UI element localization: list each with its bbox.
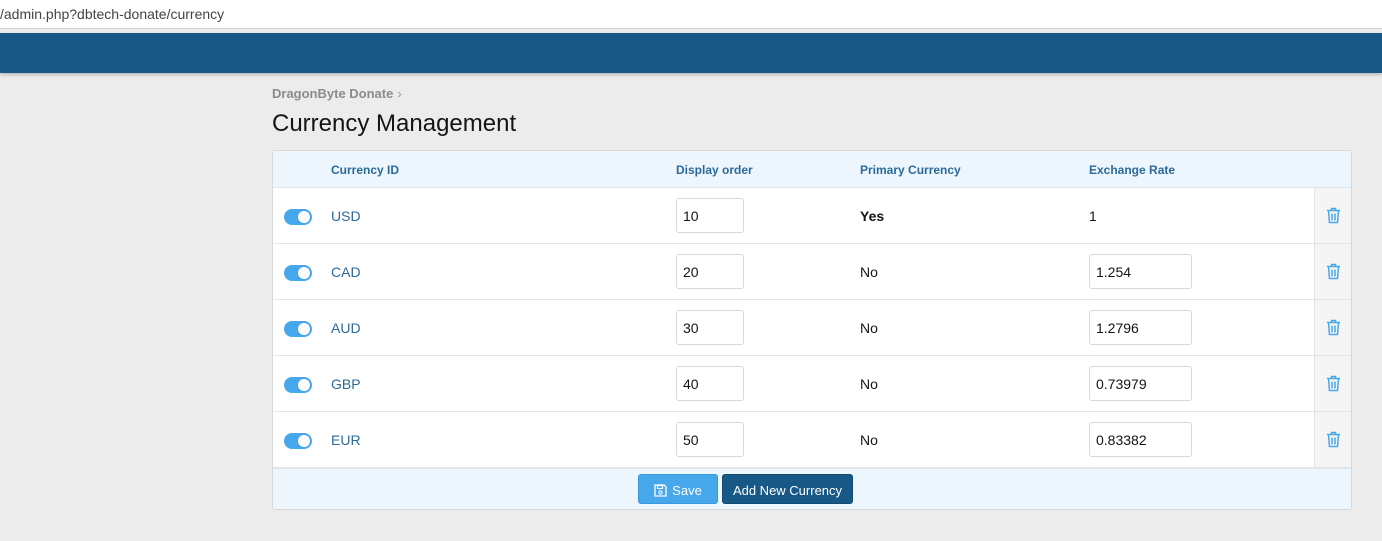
- chevron-right-icon: ›: [397, 86, 402, 101]
- currency-id-link[interactable]: CAD: [331, 264, 361, 280]
- currency-id-link[interactable]: EUR: [331, 432, 361, 448]
- display-order-input[interactable]: 40: [676, 366, 744, 401]
- table-row: EUR 50 No 0.83382: [273, 412, 1351, 468]
- trash-icon: [1327, 319, 1340, 336]
- toggle-on-icon[interactable]: [284, 377, 312, 393]
- admin-header-bar: [0, 33, 1382, 73]
- floppy-disk-icon: [654, 484, 667, 497]
- trash-icon: [1327, 207, 1340, 224]
- table-row: GBP 40 No 0.73979: [273, 356, 1351, 412]
- add-new-currency-button[interactable]: Add New Currency: [722, 474, 853, 504]
- primary-currency-value: No: [860, 376, 878, 392]
- primary-currency-value: No: [860, 432, 878, 448]
- currency-table: Currency ID Display order Primary Curren…: [272, 150, 1352, 510]
- exchange-rate-input[interactable]: 0.83382: [1089, 422, 1192, 457]
- exchange-rate-input[interactable]: 1.2796: [1089, 310, 1192, 345]
- display-order-input[interactable]: 10: [676, 198, 744, 233]
- primary-currency-value: No: [860, 320, 878, 336]
- toggle-on-icon[interactable]: [284, 321, 312, 337]
- save-button[interactable]: Save: [638, 474, 718, 504]
- toggle-on-icon[interactable]: [284, 265, 312, 281]
- url-text: /admin.php?dbtech-donate/currency: [0, 6, 225, 22]
- display-order-input[interactable]: 30: [676, 310, 744, 345]
- primary-currency-value: Yes: [860, 208, 885, 224]
- delete-button[interactable]: [1314, 244, 1351, 299]
- save-button-label: Save: [672, 483, 702, 498]
- toggle-on-icon[interactable]: [284, 209, 312, 225]
- exchange-rate-input[interactable]: 0.73979: [1089, 366, 1192, 401]
- address-bar[interactable]: /admin.php?dbtech-donate/currency: [0, 0, 1382, 29]
- table-header: Currency ID Display order Primary Curren…: [273, 151, 1351, 188]
- exchange-rate-input[interactable]: 1.254: [1089, 254, 1192, 289]
- currency-id-link[interactable]: USD: [331, 208, 361, 224]
- breadcrumb: DragonByte Donate ›: [272, 86, 402, 101]
- column-header-primary-currency[interactable]: Primary Currency: [860, 163, 961, 177]
- delete-button[interactable]: [1314, 188, 1351, 243]
- delete-button[interactable]: [1314, 356, 1351, 411]
- currency-id-link[interactable]: GBP: [331, 376, 361, 392]
- trash-icon: [1327, 431, 1340, 448]
- primary-currency-value: No: [860, 264, 878, 280]
- display-order-input[interactable]: 20: [676, 254, 744, 289]
- toggle-on-icon[interactable]: [284, 433, 312, 449]
- table-row: CAD 20 No 1.254: [273, 244, 1351, 300]
- form-footer: Save Add New Currency: [273, 468, 1351, 509]
- trash-icon: [1327, 375, 1340, 392]
- column-header-display-order[interactable]: Display order: [676, 163, 753, 177]
- breadcrumb-item-dragonbyte-donate[interactable]: DragonByte Donate: [272, 86, 393, 101]
- page-title: Currency Management: [272, 110, 517, 137]
- currency-id-link[interactable]: AUD: [331, 320, 361, 336]
- display-order-input[interactable]: 50: [676, 422, 744, 457]
- delete-button[interactable]: [1314, 412, 1351, 467]
- trash-icon: [1327, 263, 1340, 280]
- column-header-exchange-rate[interactable]: Exchange Rate: [1089, 163, 1175, 177]
- column-header-currency-id[interactable]: Currency ID: [331, 163, 399, 177]
- exchange-rate-value: 1: [1089, 208, 1097, 224]
- table-row: AUD 30 No 1.2796: [273, 300, 1351, 356]
- delete-button[interactable]: [1314, 300, 1351, 355]
- add-new-currency-label: Add New Currency: [732, 483, 843, 498]
- table-row: USD 10 Yes 1: [273, 188, 1351, 244]
